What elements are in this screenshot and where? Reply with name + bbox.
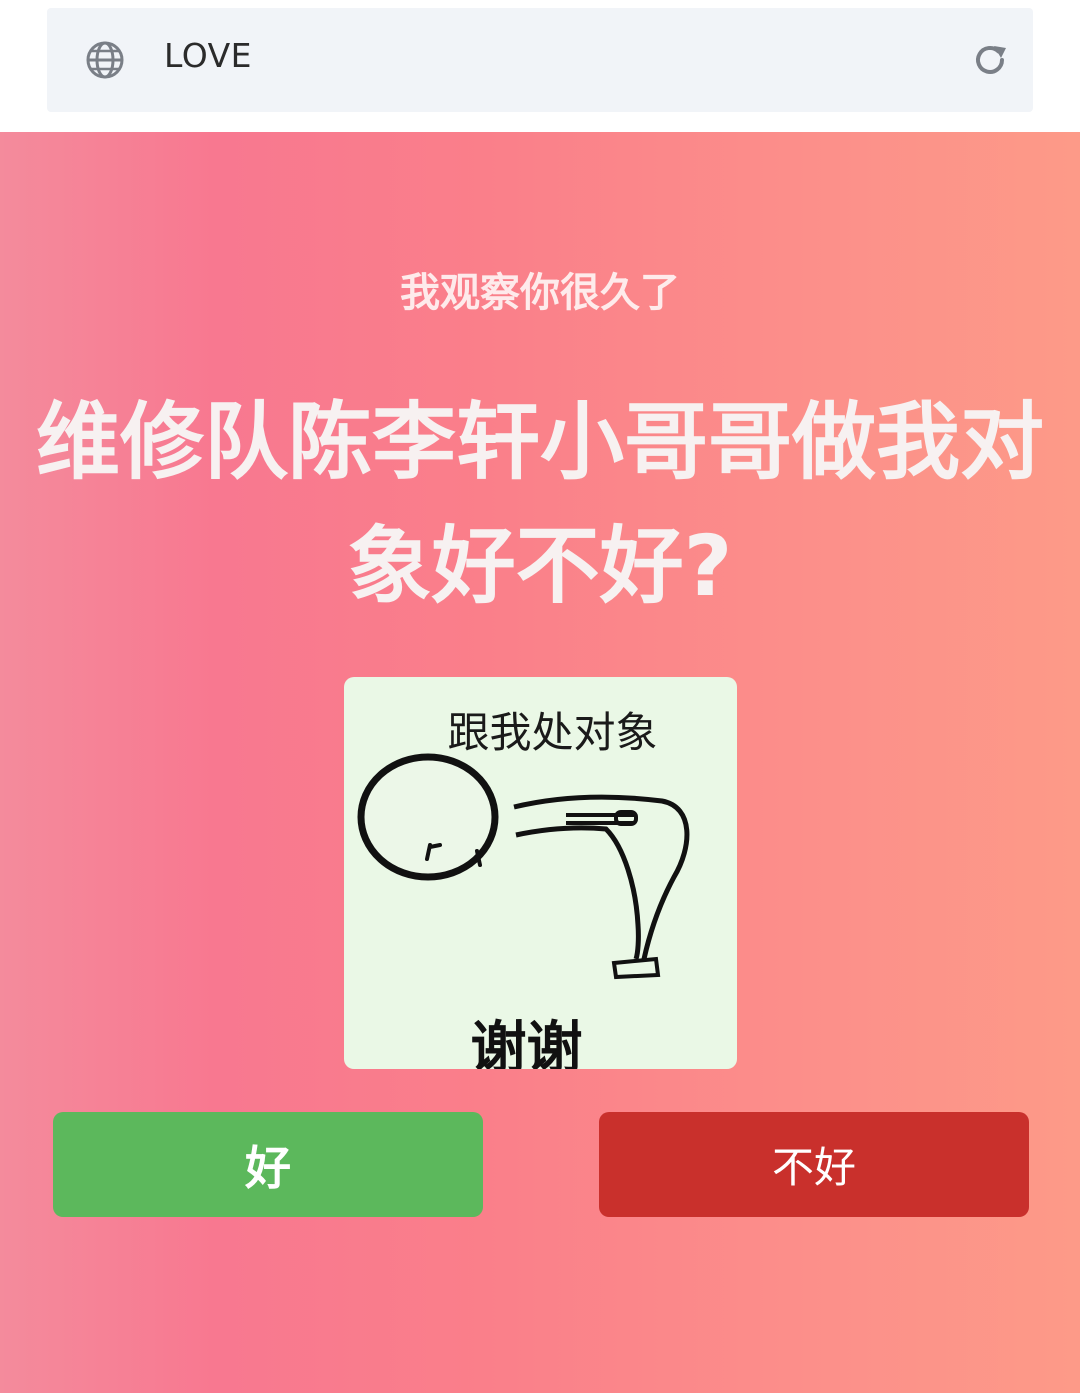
question-heading: 维修队陈李轩小哥哥做我对象好不好? — [35, 393, 1044, 615]
no-button[interactable]: 不好 — [599, 1112, 1029, 1217]
yes-button-label: 好 — [245, 1141, 291, 1194]
meme-image: 跟我处对象 谢谢 — [344, 677, 737, 1069]
meme-bottom-caption: 谢谢 — [470, 1016, 583, 1069]
no-button-label: 不好 — [771, 1144, 856, 1191]
globe-icon — [86, 41, 124, 79]
proposal-page: 我观察你很久了 维修队陈李轩小哥哥做我对象好不好? 跟我处对象 谢谢 好 不好 — [0, 132, 1080, 1393]
yes-button[interactable]: 好 — [53, 1112, 483, 1217]
reload-icon[interactable] — [970, 40, 1010, 80]
browser-toolbar: LOVE — [0, 0, 1080, 132]
kicker-text: 我观察你很久了 — [400, 270, 680, 316]
meme-top-caption: 跟我处对象 — [447, 708, 658, 757]
page-title: LOVE — [164, 36, 253, 75]
